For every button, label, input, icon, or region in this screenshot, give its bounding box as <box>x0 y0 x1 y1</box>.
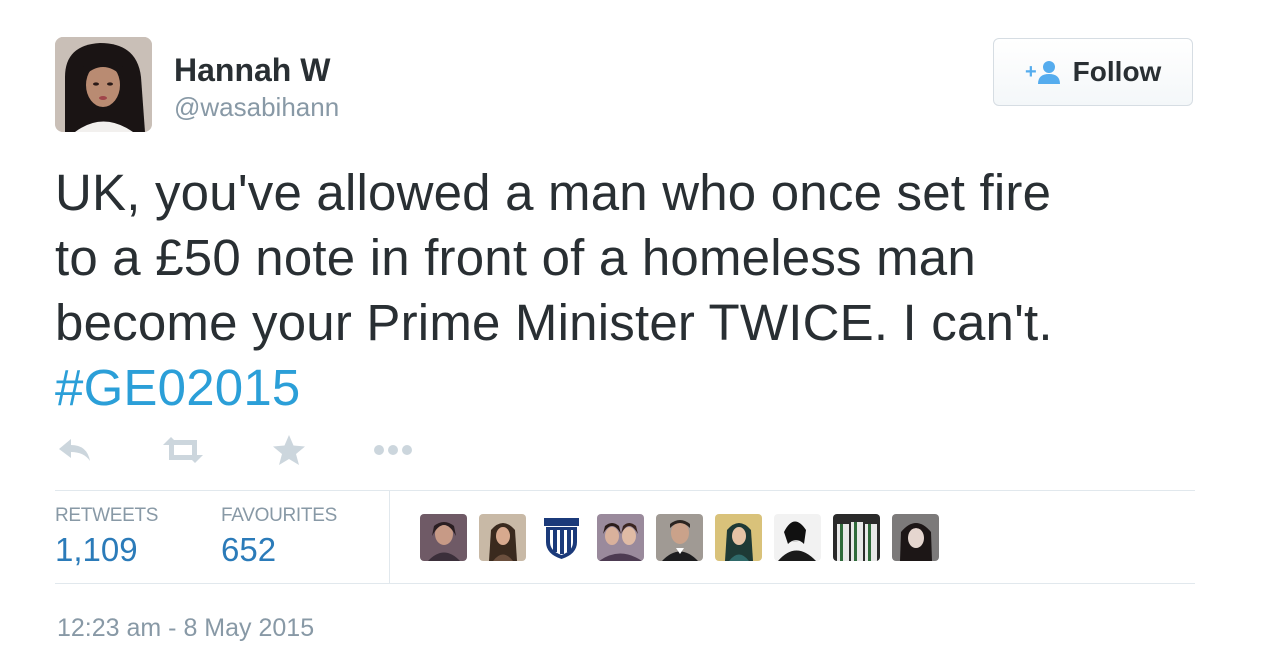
user-avatar[interactable] <box>892 514 939 561</box>
stats-vertical-divider <box>389 491 390 583</box>
more-icon <box>373 443 415 462</box>
svg-text:+: + <box>1025 61 1037 83</box>
user-avatar[interactable] <box>420 514 467 561</box>
user-avatar[interactable] <box>597 514 644 561</box>
user-avatar[interactable] <box>833 514 880 561</box>
user-avatar[interactable] <box>479 514 526 561</box>
user-avatar[interactable] <box>656 514 703 561</box>
tweet-line: UK, you've allowed a man who once set fi… <box>55 164 1052 221</box>
retweets-label: RETWEETS <box>55 505 159 526</box>
favourited-by-avatars <box>420 514 939 561</box>
reply-icon <box>57 437 93 468</box>
tweet-text: UK, you've allowed a man who once set fi… <box>55 160 1215 420</box>
retweets-stat[interactable]: RETWEETS 1,109 <box>55 505 158 569</box>
author-name[interactable]: Hannah W <box>174 52 330 88</box>
user-avatar[interactable] <box>715 514 762 561</box>
author-handle[interactable]: @wasabihann <box>174 92 339 122</box>
hashtag-link[interactable]: #GE02015 <box>55 359 300 416</box>
tweet-timestamp[interactable]: 12:23 am - 8 May 2015 <box>57 613 314 643</box>
author-avatar[interactable] <box>55 37 152 132</box>
favourites-count[interactable]: 652 <box>221 531 337 569</box>
follow-label: Follow <box>1072 56 1162 87</box>
favourite-button[interactable] <box>272 432 306 472</box>
user-avatar[interactable] <box>774 514 821 561</box>
star-icon <box>272 434 306 471</box>
follow-button[interactable]: + Follow <box>993 38 1193 106</box>
tweet-line: to a £50 note in front of a homeless man <box>55 229 976 286</box>
favourites-stat[interactable]: FAVOURITES 652 <box>221 505 337 569</box>
tweet-line: become your Prime Minister TWICE. I can'… <box>55 294 1053 351</box>
reply-button[interactable] <box>57 432 93 472</box>
retweets-count[interactable]: 1,109 <box>55 531 158 569</box>
stats-bottom-divider <box>55 583 1195 584</box>
stats-top-divider <box>55 490 1195 491</box>
favourites-label: FAVOURITES <box>221 505 337 526</box>
user-avatar[interactable] <box>538 514 585 561</box>
add-user-icon: + <box>1025 60 1063 84</box>
retweet-button[interactable] <box>161 432 205 472</box>
more-button[interactable] <box>373 432 415 472</box>
retweet-icon <box>161 436 205 469</box>
